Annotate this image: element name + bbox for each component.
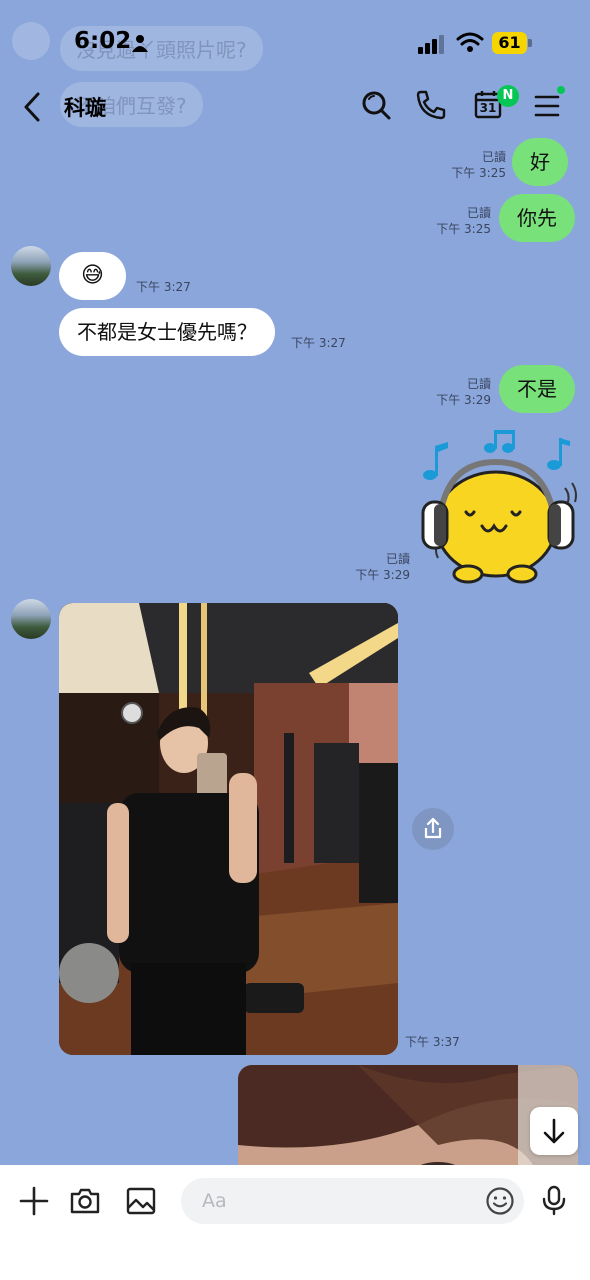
incoming-bubble[interactable]: 😅 [59, 252, 126, 300]
read-receipt: 已讀 [466, 377, 491, 391]
back-icon[interactable] [18, 90, 48, 124]
contact-avatar[interactable] [11, 246, 51, 286]
read-receipt: 已讀 [466, 206, 491, 220]
signal-icon [418, 35, 444, 54]
share-icon [424, 817, 442, 839]
status-time: 6:02 [74, 28, 132, 54]
portrait-image [238, 1065, 578, 1175]
plus-icon[interactable] [18, 1185, 50, 1217]
message-input[interactable] [181, 1178, 524, 1224]
scroll-to-bottom-button[interactable] [530, 1107, 578, 1155]
emoji-icon[interactable] [485, 1186, 515, 1216]
image-icon[interactable] [125, 1185, 157, 1217]
person-icon [132, 35, 148, 52]
timestamp: 下午 3:27 [136, 280, 191, 294]
timestamp: 下午 3:29 [436, 393, 491, 407]
message-meta: 已讀 下午 3:25 [430, 149, 506, 181]
timestamp: 下午 3:25 [451, 166, 506, 180]
music-sticker[interactable] [418, 428, 580, 588]
read-receipt: 已讀 [481, 150, 506, 164]
gym-selfie-image [59, 603, 398, 1055]
timestamp: 下午 3:37 [405, 1035, 460, 1049]
wifi-icon [456, 32, 484, 52]
battery-icon: 61 [492, 32, 532, 54]
share-button[interactable] [412, 808, 454, 850]
arrow-down-icon [543, 1118, 565, 1144]
incoming-bubble[interactable]: 不都是女士優先嗎？ [59, 308, 275, 356]
chat-title[interactable]: 科璇 [64, 92, 106, 122]
photo-message[interactable] [59, 603, 398, 1055]
timestamp: 下午 3:27 [291, 336, 346, 350]
outgoing-bubble[interactable]: 不是 [499, 365, 575, 413]
contact-avatar[interactable] [11, 599, 51, 639]
timestamp: 下午 3:25 [436, 222, 491, 236]
photo-message[interactable] [238, 1065, 578, 1175]
ghost-avatar [12, 22, 50, 60]
message-input-placeholder: Aa [202, 1190, 227, 1212]
microphone-icon[interactable] [538, 1184, 570, 1216]
message-meta: 已讀 下午 3:29 [330, 551, 410, 583]
new-badge: N [497, 85, 519, 107]
phone-icon[interactable] [415, 89, 447, 121]
outgoing-bubble[interactable]: 你先 [499, 194, 575, 242]
notification-dot [557, 86, 565, 94]
read-receipt: 已讀 [385, 552, 410, 566]
calendar-day: 31 [479, 101, 497, 115]
message-meta: 已讀 下午 3:25 [415, 205, 491, 237]
menu-icon[interactable] [532, 91, 564, 123]
camera-icon[interactable] [69, 1185, 101, 1217]
battery-level: 61 [498, 33, 521, 52]
outgoing-bubble[interactable]: 好 [512, 138, 568, 186]
search-icon[interactable] [360, 89, 392, 121]
timestamp: 下午 3:29 [355, 568, 410, 582]
message-meta: 已讀 下午 3:29 [415, 376, 491, 408]
